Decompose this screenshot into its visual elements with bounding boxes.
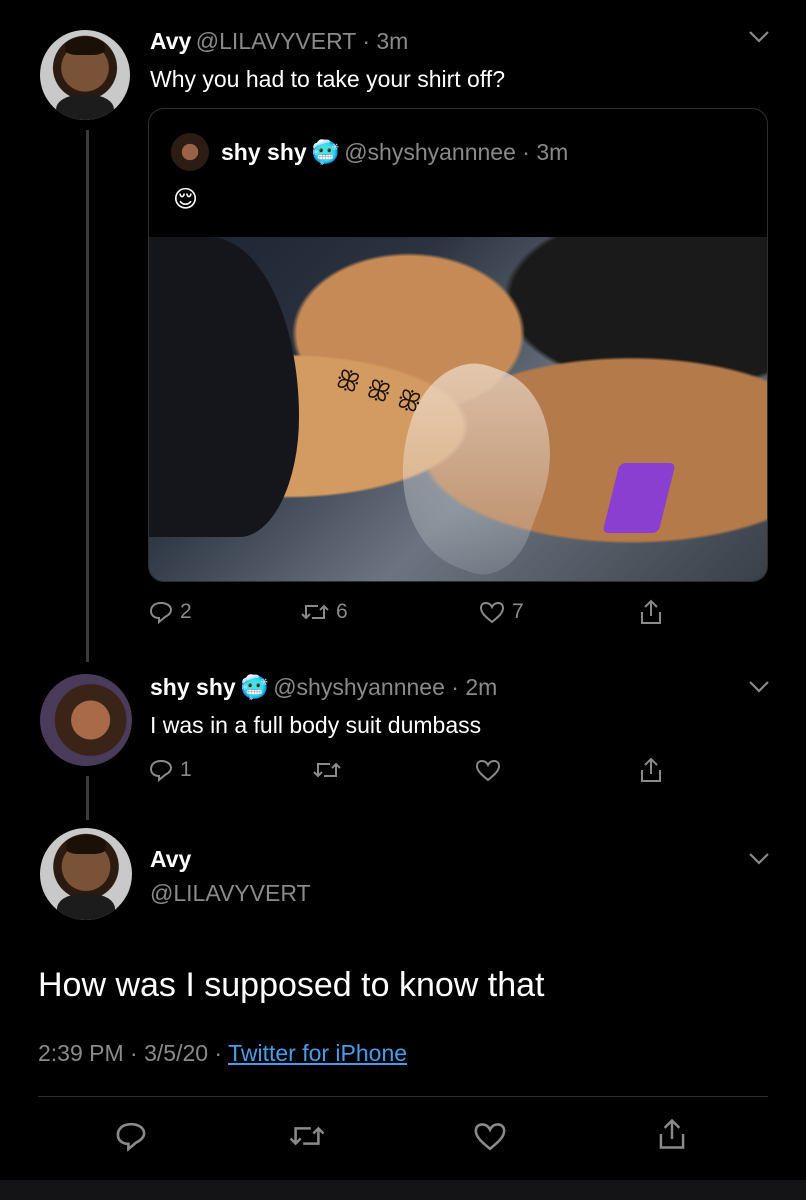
- main-share-action[interactable]: [656, 1116, 688, 1152]
- shy-avatar-small: [171, 133, 209, 171]
- tweet-timestamp: 2:39 PM · 3/5/20 · Twitter for iPhone: [38, 1040, 407, 1067]
- quoted-text-emoji: 😌: [173, 186, 199, 213]
- quoted-handle-time: @shyshyannnee · 3m: [344, 139, 569, 165]
- divider: [38, 1096, 768, 1097]
- like-count: 7: [512, 600, 524, 623]
- retweet-icon: [313, 762, 341, 778]
- heart-icon: [475, 759, 501, 782]
- tweet2-text: I was in a full body suit dumbass: [150, 712, 482, 738]
- avy-avatar[interactable]: [40, 30, 130, 120]
- butterfly-tattoo-shape: ꕥꕥꕥ: [332, 362, 433, 422]
- share-icon: [659, 1118, 685, 1149]
- chevron-down-icon[interactable]: [748, 680, 770, 694]
- main-tweet-text: How was I supposed to know that: [38, 966, 545, 1004]
- quoted-display-name: shy shy: [221, 139, 307, 165]
- tweet-thread: Avy @LILAVYVERT · 3m Why you had to take…: [0, 0, 806, 1200]
- reply-icon: [116, 1122, 146, 1152]
- tweet2-name-emoji: 🥶: [240, 674, 269, 700]
- bottom-bar: [0, 1180, 806, 1200]
- tweet2-display-name[interactable]: shy shy: [150, 674, 236, 700]
- retweet-icon: [289, 1126, 325, 1146]
- reply-action[interactable]: 2: [148, 600, 192, 624]
- main-reply-action[interactable]: [114, 1120, 148, 1152]
- retweet-icon: [301, 604, 329, 620]
- like-action-2[interactable]: [474, 758, 502, 782]
- share-action-2[interactable]: [638, 756, 664, 784]
- shy-avatar[interactable]: [40, 674, 132, 766]
- thread-line: [86, 130, 89, 662]
- main-avatar[interactable]: [40, 828, 132, 920]
- main-handle: @LILAVYVERT: [150, 880, 311, 906]
- reply-icon: [149, 759, 173, 782]
- chevron-down-icon[interactable]: [748, 852, 770, 866]
- like-action[interactable]: 7: [478, 600, 524, 624]
- main-like-action[interactable]: [472, 1120, 508, 1152]
- retweet-count: 6: [336, 600, 348, 623]
- heart-icon: [479, 601, 505, 624]
- heart-icon: [474, 1123, 506, 1151]
- main-retweet-action[interactable]: [288, 1120, 326, 1152]
- share-action[interactable]: [638, 598, 664, 626]
- reply-count-2: 1: [180, 758, 192, 781]
- photo-shirt-shape: [149, 237, 299, 537]
- share-icon: [641, 757, 661, 782]
- retweet-action[interactable]: 6: [300, 600, 348, 624]
- quoted-header: shy shy 🥶 @shyshyannnee · 3m: [221, 139, 568, 166]
- display-name[interactable]: Avy: [150, 28, 191, 54]
- main-display-name[interactable]: Avy: [150, 846, 191, 873]
- quoted-name-emoji: 🥶: [311, 139, 340, 165]
- tweet-header: Avy @LILAVYVERT · 3m: [150, 28, 408, 55]
- tweet2-header: shy shy 🥶 @shyshyannnee · 2m: [150, 674, 497, 701]
- thread-line-2: [86, 776, 89, 820]
- handle-time: @LILAVYVERT · 3m: [195, 28, 409, 54]
- source-link[interactable]: Twitter for iPhone: [228, 1040, 407, 1066]
- tweet-text: Why you had to take your shirt off?: [150, 66, 505, 92]
- share-icon: [641, 599, 661, 624]
- tweet2-handle-time: @shyshyannnee · 2m: [273, 674, 498, 700]
- purple-sticker-shape: [602, 463, 676, 533]
- retweet-action-2[interactable]: [312, 758, 342, 782]
- tattoo-photo[interactable]: ꕥꕥꕥ: [149, 237, 767, 581]
- timestamp-text: 2:39 PM · 3/5/20 ·: [38, 1040, 229, 1066]
- reply-count: 2: [180, 600, 192, 623]
- chevron-down-icon[interactable]: [748, 30, 770, 44]
- reply-action-2[interactable]: 1: [148, 758, 192, 782]
- reply-icon: [149, 601, 173, 624]
- quoted-tweet[interactable]: shy shy 🥶 @shyshyannnee · 3m 😌 ꕥꕥꕥ: [148, 108, 768, 582]
